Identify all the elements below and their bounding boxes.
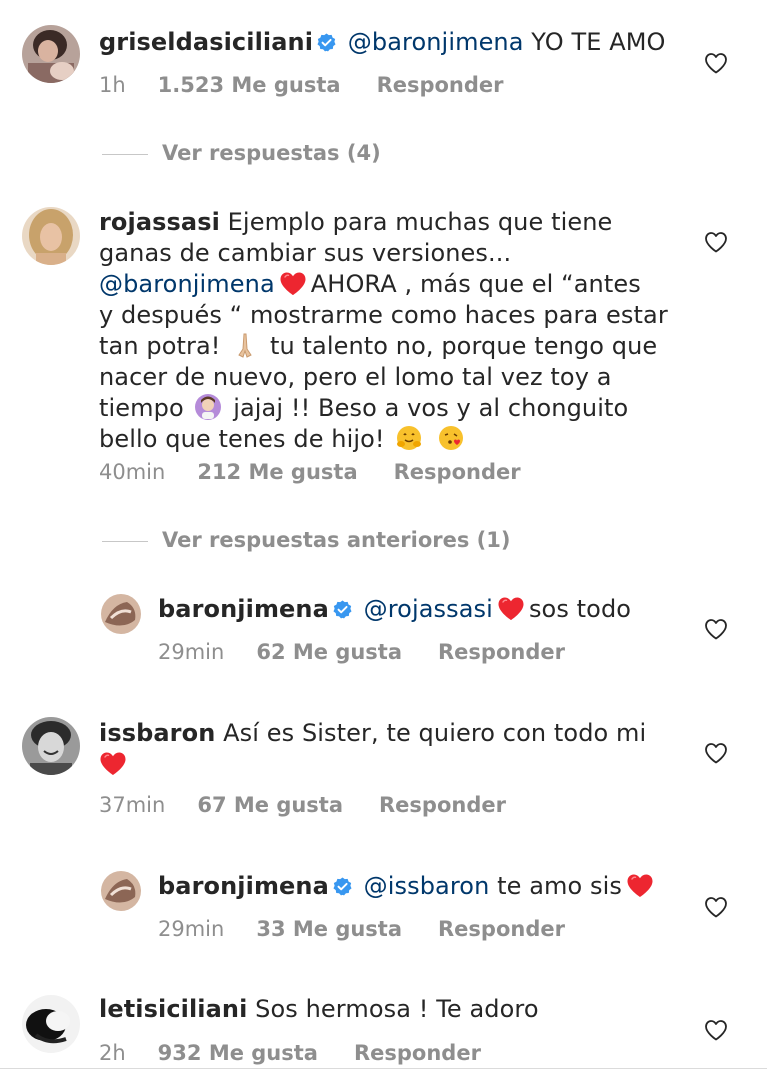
- reply-button[interactable]: Responder: [438, 917, 565, 941]
- red-heart-emoji: [279, 271, 307, 297]
- avatar-griseldasiciliani[interactable]: [22, 25, 80, 83]
- reply-button[interactable]: Responder: [377, 73, 504, 97]
- username-link[interactable]: baronjimena: [158, 872, 329, 900]
- comment-text: griseldasiciliani @baronjimena YO TE AMO: [99, 27, 666, 58]
- comment-meta: 29min 62 Me gusta Responder: [158, 640, 601, 664]
- view-previous-replies-button[interactable]: Ver respuestas anteriores (1): [102, 528, 510, 552]
- comment-meta: 40min 212 Me gusta Responder: [99, 460, 557, 484]
- comment-meta: 2h 932 Me gusta Responder: [99, 1041, 517, 1065]
- mention-link[interactable]: @issbaron: [364, 872, 490, 900]
- reply-button[interactable]: Responder: [379, 793, 506, 817]
- avatar-baronjimena[interactable]: [101, 594, 141, 634]
- reply-baronjimena-2: baronjimena @issbaron te amo sis 29min 33…: [0, 858, 767, 958]
- reply-button[interactable]: Responder: [354, 1041, 481, 1065]
- red-heart-emoji: [497, 596, 525, 622]
- username-link[interactable]: baronjimena: [158, 595, 329, 623]
- comment-issbaron: issbaron Así es Sister, te quiero con to…: [0, 705, 767, 825]
- comment-time: 29min: [158, 917, 225, 941]
- bottom-divider: [0, 1068, 767, 1069]
- comment-body: YO TE AMO: [531, 28, 666, 56]
- mention-link[interactable]: @baronjimena: [99, 270, 275, 298]
- username-link[interactable]: letisiciliani: [99, 995, 247, 1023]
- comment-time: 37min: [99, 793, 166, 817]
- comment-meta: 37min 67 Me gusta Responder: [99, 793, 542, 817]
- verified-badge-icon: [333, 877, 352, 896]
- username-link[interactable]: griseldasiciliani: [99, 28, 313, 56]
- comment-text: rojassasi Ejemplo para muchas que tiene …: [99, 208, 668, 453]
- heart-outline-icon[interactable]: [704, 742, 728, 764]
- comment-griseldasiciliani: griseldasiciliani @baronjimena YO TE AMO…: [0, 0, 767, 120]
- red-heart-emoji: [99, 751, 127, 777]
- comment-time: 1h: [99, 73, 126, 97]
- comment-body: Así es Sister, te quiero con todo mi: [223, 719, 647, 747]
- like-count[interactable]: 932 Me gusta: [158, 1041, 318, 1065]
- verified-badge-icon: [317, 33, 336, 52]
- mention-link[interactable]: @rojassasi: [364, 595, 493, 623]
- like-count[interactable]: 212 Me gusta: [197, 460, 357, 484]
- avatar-image: [22, 25, 80, 83]
- avatar-issbaron[interactable]: [22, 717, 80, 775]
- face-blowing-kiss-emoji: [439, 426, 464, 450]
- heart-outline-icon[interactable]: [704, 1019, 728, 1041]
- reply-button[interactable]: Responder: [438, 640, 565, 664]
- view-replies-button[interactable]: Ver respuestas (4): [102, 141, 381, 165]
- comment-text: letisiciliani Sos hermosa ! Te adoro: [99, 994, 539, 1025]
- comment-letisiciliani: letisiciliani Sos hermosa ! Te adoro 2h 9…: [0, 985, 767, 1071]
- comment-text: baronjimena @issbaron te amo sis: [158, 871, 658, 902]
- like-count[interactable]: 33 Me gusta: [256, 917, 402, 941]
- comment-time: 40min: [99, 460, 166, 484]
- heart-outline-icon[interactable]: [704, 896, 728, 918]
- comment-body: te amo sis: [497, 872, 623, 900]
- comment-body: sos todo: [528, 595, 632, 623]
- avatar-letisiciliani[interactable]: [22, 995, 80, 1053]
- comment-body: Sos hermosa ! Te adoro: [255, 995, 539, 1023]
- reply-baronjimena-1: baronjimena @rojassasi sos todo 29min 62 M…: [0, 580, 767, 680]
- like-count[interactable]: 62 Me gusta: [256, 640, 402, 664]
- like-count[interactable]: 1.523 Me gusta: [158, 73, 341, 97]
- divider: [102, 540, 148, 542]
- comment-meta: 1h 1.523 Me gusta Responder: [99, 73, 540, 97]
- avatar-rojassasi[interactable]: [22, 207, 80, 265]
- avatar-image: [22, 717, 80, 775]
- comment-text: baronjimena @rojassasi sos todo: [158, 594, 631, 625]
- like-count[interactable]: 67 Me gusta: [197, 793, 343, 817]
- reply-button[interactable]: Responder: [394, 460, 521, 484]
- comment-rojassasi: rojassasi Ejemplo para muchas que tiene …: [0, 200, 767, 500]
- comment-meta: 29min 33 Me gusta Responder: [158, 917, 601, 941]
- heart-outline-icon[interactable]: [704, 618, 728, 640]
- avatar-image: [22, 995, 80, 1053]
- username-link[interactable]: issbaron: [99, 719, 215, 747]
- avatar-image: [22, 207, 80, 265]
- hugging-face-emoji: [397, 426, 422, 450]
- avatar-image: [101, 594, 141, 634]
- mention-link[interactable]: @baronjimena: [348, 28, 524, 56]
- verified-badge-icon: [333, 600, 352, 619]
- comment-text: issbaron Así es Sister, te quiero con to…: [99, 718, 646, 780]
- red-heart-emoji: [626, 873, 654, 899]
- heart-outline-icon[interactable]: [704, 231, 728, 253]
- heart-outline-icon[interactable]: [704, 52, 728, 74]
- comment-time: 29min: [158, 640, 225, 664]
- woman-tipping-hand-emoji: [195, 394, 222, 420]
- avatar-baronjimena[interactable]: [101, 871, 141, 911]
- username-link[interactable]: rojassasi: [99, 208, 220, 236]
- comment-time: 2h: [99, 1041, 126, 1065]
- avatar-image: [101, 871, 141, 911]
- praying-hands-emoji: [238, 333, 252, 358]
- divider: [102, 153, 148, 155]
